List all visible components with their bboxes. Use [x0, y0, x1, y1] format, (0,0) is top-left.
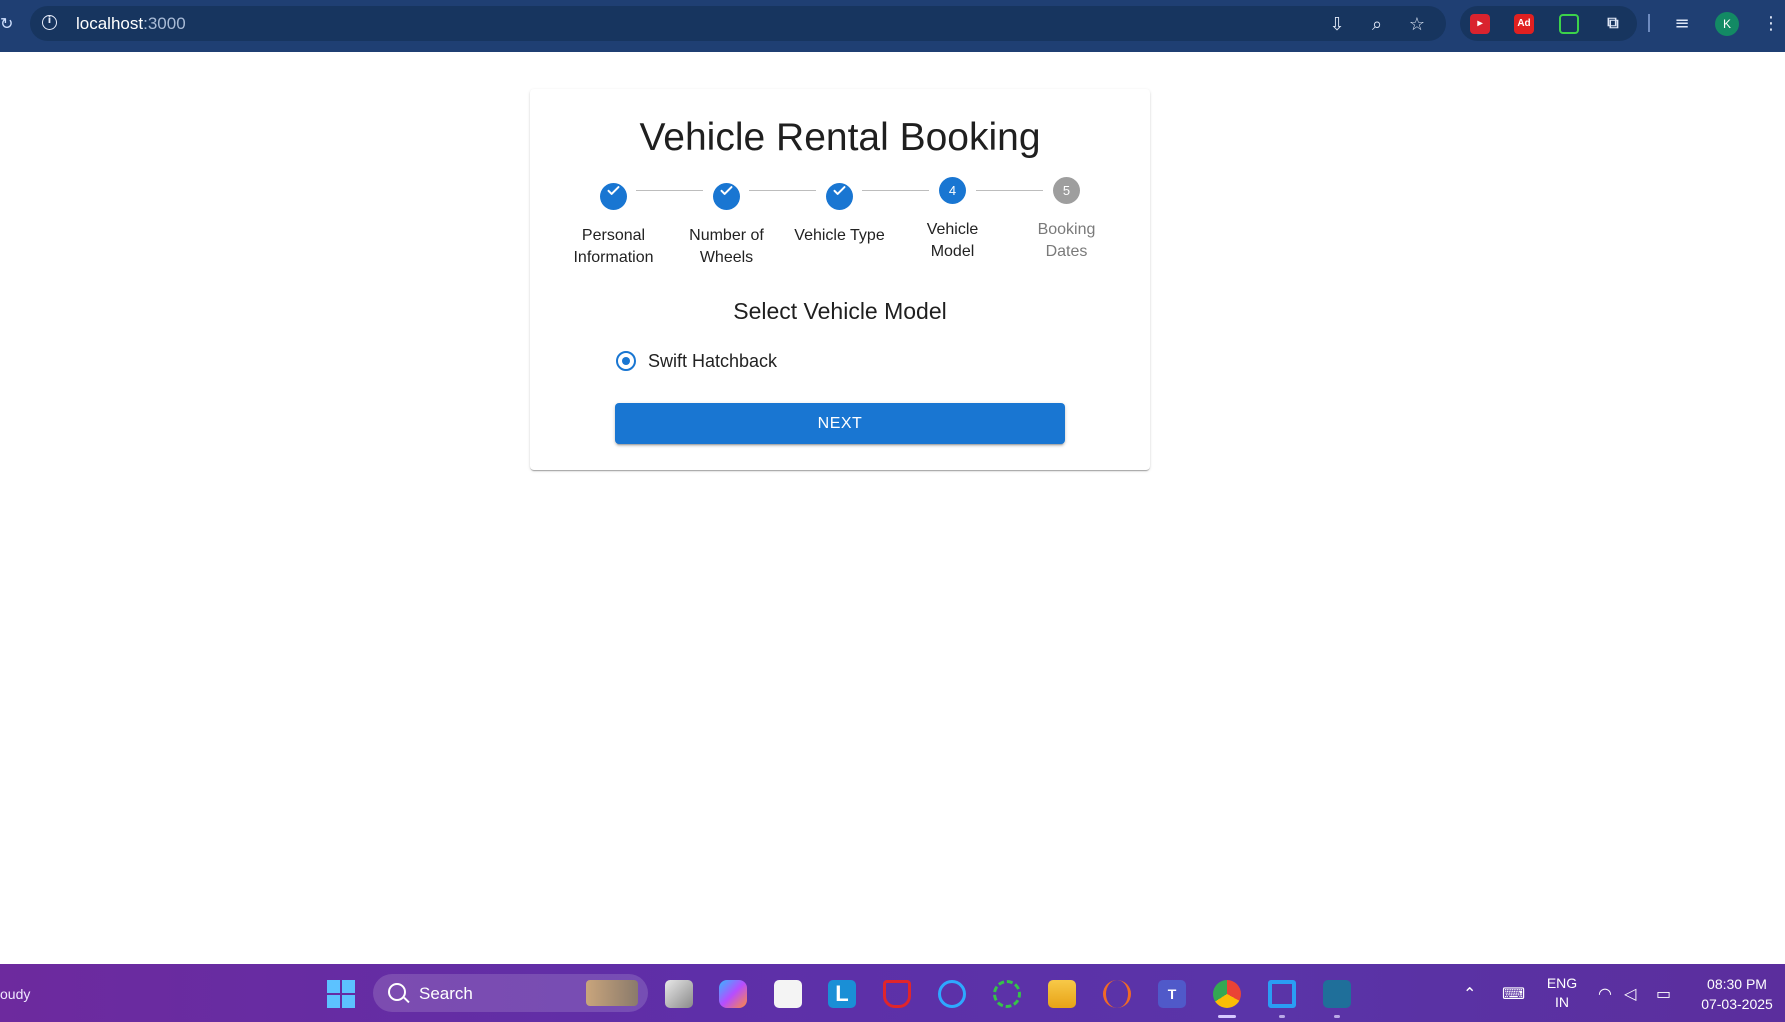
battery-icon[interactable]: ▭	[1656, 984, 1671, 1003]
site-info-icon[interactable]	[42, 15, 57, 30]
section-title: Select Vehicle Model	[733, 298, 947, 324]
step-number-badge: 5	[1053, 177, 1080, 204]
windows-start-icon[interactable]	[327, 980, 355, 1008]
browser-menu-icon[interactable]: ⋮	[1760, 13, 1782, 35]
chrome-active-indicator	[1218, 1015, 1236, 1018]
stepper: Personal Information Number of Wheels Vehi…	[530, 177, 1150, 267]
url-port: :3000	[143, 14, 186, 33]
bookmark-star-icon[interactable]: ☆	[1406, 14, 1428, 36]
extension-adblock-icon[interactable]: Ad	[1514, 14, 1534, 34]
profile-avatar[interactable]: K	[1715, 12, 1739, 36]
search-icon	[388, 983, 406, 1001]
step-label: Booking Dates	[1037, 221, 1096, 260]
reload-icon[interactable]: ↻	[0, 14, 13, 34]
language-indicator[interactable]: ENG IN	[1542, 974, 1582, 1012]
alexa-icon[interactable]	[938, 980, 966, 1008]
step-label: Number of Wheels	[689, 227, 764, 266]
file-explorer-icon[interactable]	[1048, 980, 1076, 1008]
booking-card: Vehicle Rental Booking Personal Informati…	[530, 89, 1150, 470]
step-vehicle-type: Vehicle Type	[783, 177, 896, 247]
step-vehicle-model: 4 Vehicle Model	[896, 177, 1009, 263]
search-highlight-image	[586, 980, 638, 1006]
check-icon	[600, 183, 627, 210]
check-icon	[713, 183, 740, 210]
step-label: Vehicle Model	[926, 221, 979, 260]
browser-toolbar: ↻ localhost:3000 ⇩ ⌕ ☆ ▸ Ad ⧉ ≡ K ⋮	[0, 0, 1785, 52]
step-label: Vehicle Type	[794, 227, 885, 244]
extension-red-play-icon[interactable]: ▸	[1470, 14, 1490, 34]
task-view-icon[interactable]	[665, 980, 693, 1008]
vscode-icon[interactable]	[1268, 980, 1296, 1008]
microsoft-store-icon[interactable]	[774, 980, 802, 1008]
step-booking-dates: 5 Booking Dates	[1010, 177, 1123, 263]
copilot-icon[interactable]	[719, 980, 747, 1008]
step-personal-information: Personal Information	[557, 177, 670, 269]
taskbar: oudy Search L T ⌃ ⌨ ENG IN ◠ ◁ ▭ 08:30 PM…	[0, 964, 1785, 1022]
mysql-open-indicator	[1334, 1015, 1340, 1018]
eclipse-icon[interactable]	[1103, 980, 1131, 1008]
radio-selected-icon[interactable]	[616, 351, 636, 371]
step-number-of-wheels: Number of Wheels	[670, 177, 783, 269]
mcafee-icon[interactable]	[883, 980, 911, 1008]
address-bar[interactable]: localhost:3000 ⇩ ⌕ ☆	[30, 6, 1446, 41]
l-app-icon[interactable]: L	[828, 980, 856, 1008]
media-controls-icon[interactable]: ≡	[1671, 13, 1693, 35]
extensions-group: ▸ Ad ⧉	[1460, 6, 1637, 41]
vehicle-model-option[interactable]: Swift Hatchback	[614, 347, 777, 375]
wifi-icon[interactable]: ◠	[1598, 984, 1612, 1003]
chrome-icon[interactable]	[1213, 980, 1241, 1008]
option-label: Swift Hatchback	[648, 350, 778, 371]
url-host: localhost	[76, 14, 144, 33]
toolbar-divider	[1648, 14, 1650, 32]
search-placeholder: Search	[419, 984, 473, 1003]
show-hidden-icons-icon[interactable]: ⌃	[1463, 984, 1476, 1003]
ring-app-icon[interactable]	[993, 980, 1021, 1008]
zoom-icon[interactable]: ⌕	[1366, 14, 1388, 36]
step-number-badge: 4	[939, 177, 966, 204]
url-text[interactable]: localhost:3000	[76, 14, 186, 34]
taskbar-search[interactable]: Search	[373, 974, 648, 1012]
page-title: Vehicle Rental Booking	[639, 116, 1041, 159]
clock[interactable]: 08:30 PM 07-03-2025	[1692, 974, 1782, 1014]
install-app-icon[interactable]: ⇩	[1326, 14, 1348, 36]
weather-widget[interactable]: oudy	[0, 986, 30, 1002]
extension-lock-icon[interactable]	[1559, 14, 1579, 34]
vscode-open-indicator	[1279, 1015, 1285, 1018]
extensions-puzzle-icon[interactable]: ⧉	[1603, 14, 1623, 34]
mysql-workbench-icon[interactable]	[1323, 980, 1351, 1008]
next-button[interactable]: NEXT	[615, 403, 1065, 444]
volume-icon[interactable]: ◁	[1624, 984, 1636, 1003]
check-icon	[826, 183, 853, 210]
step-label: Personal Information	[573, 227, 654, 266]
teams-icon[interactable]: T	[1158, 980, 1186, 1008]
keyboard-icon[interactable]: ⌨	[1502, 984, 1525, 1003]
